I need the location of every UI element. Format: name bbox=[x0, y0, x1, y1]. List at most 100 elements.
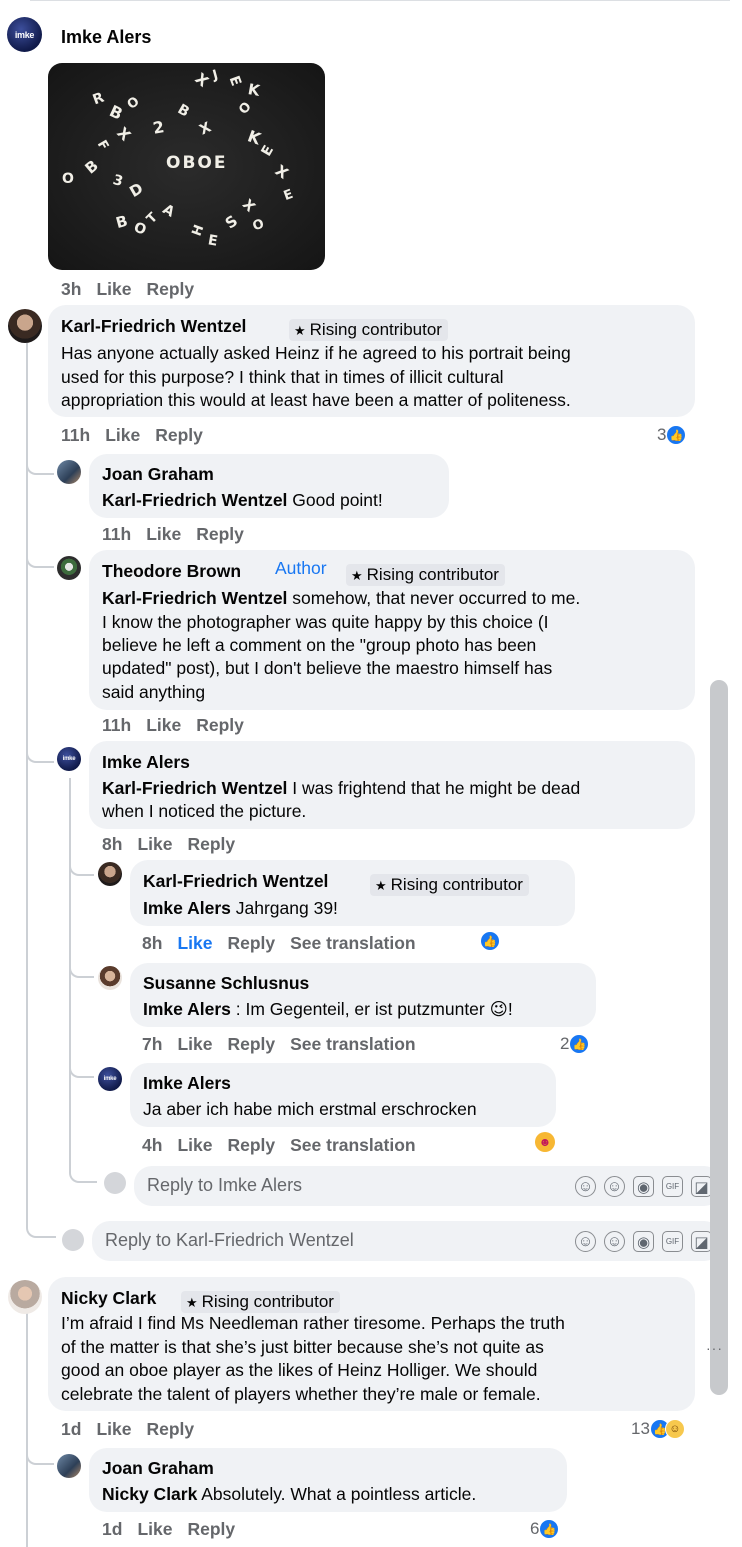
commenter-name[interactable]: Joan Graham bbox=[102, 1457, 214, 1480]
emoji-icon[interactable]: ☺ bbox=[604, 1231, 625, 1252]
mention[interactable]: Karl-Friedrich Wentzel bbox=[102, 778, 287, 798]
comment-bubble: Nicky Clark ★ Rising contributor I’m afra… bbox=[48, 1277, 695, 1411]
photo-letter: S bbox=[221, 211, 241, 233]
comment-time[interactable]: 7h bbox=[142, 1034, 162, 1054]
reply-button[interactable]: Reply bbox=[146, 279, 194, 299]
like-button[interactable]: Like bbox=[96, 1419, 131, 1439]
comment-time[interactable]: 1d bbox=[102, 1519, 122, 1539]
commenter-name[interactable]: Karl-Friedrich Wentzel bbox=[143, 870, 328, 893]
comment-text-line: appropriation this would at least have b… bbox=[61, 390, 571, 410]
post-author-name[interactable]: Imke Alers bbox=[61, 27, 151, 48]
like-button[interactable]: Like bbox=[146, 715, 181, 735]
post-time[interactable]: 3h bbox=[61, 279, 81, 299]
like-button[interactable]: Like bbox=[177, 1034, 212, 1054]
reply-button[interactable]: Reply bbox=[227, 1135, 275, 1155]
like-button[interactable]: Like bbox=[146, 524, 181, 544]
commenter-name[interactable]: Imke Alers bbox=[143, 1072, 231, 1095]
reaction-count[interactable]: 6 👍 bbox=[530, 1519, 560, 1539]
sticker-icon[interactable]: ◪ bbox=[691, 1176, 712, 1197]
comment-time[interactable]: 4h bbox=[142, 1135, 162, 1155]
avatar[interactable] bbox=[98, 862, 122, 886]
avatar[interactable]: imke bbox=[7, 17, 42, 52]
reply-button[interactable]: Reply bbox=[227, 933, 275, 953]
commenter-name[interactable]: Theodore Brown bbox=[102, 560, 241, 583]
commenter-name[interactable]: Nicky Clark bbox=[61, 1287, 156, 1310]
camera-icon[interactable]: ◉ bbox=[633, 1176, 654, 1197]
like-button[interactable]: Like bbox=[137, 834, 172, 854]
reply-button[interactable]: Reply bbox=[227, 1034, 275, 1054]
commenter-name[interactable]: Karl-Friedrich Wentzel bbox=[61, 315, 246, 338]
reaction-count[interactable]: 2 👍 bbox=[560, 1034, 590, 1054]
avatar-sticker-icon[interactable]: ☺ bbox=[575, 1231, 596, 1252]
reaction-count[interactable]: 3 👍 bbox=[657, 425, 687, 445]
mention[interactable]: Imke Alers bbox=[143, 898, 231, 918]
comment-bubble: Joan Graham Nicky Clark Absolutely. What… bbox=[89, 1448, 567, 1512]
avatar[interactable] bbox=[98, 966, 122, 990]
comment-bubble: Susanne Schlusnus Imke Alers : Im Gegent… bbox=[130, 963, 596, 1027]
photo-letter: O bbox=[124, 94, 143, 113]
comment-time[interactable]: 1d bbox=[61, 1419, 81, 1439]
vertical-scrollbar[interactable] bbox=[710, 680, 728, 1395]
avatar[interactable]: imke bbox=[57, 747, 81, 771]
commenter-name[interactable]: Joan Graham bbox=[102, 463, 214, 486]
like-button[interactable]: Like bbox=[96, 279, 131, 299]
avatar-sticker-icon[interactable]: ☺ bbox=[575, 1176, 596, 1197]
mention[interactable]: Karl-Friedrich Wentzel bbox=[102, 588, 287, 608]
see-translation-link[interactable]: See translation bbox=[290, 1034, 415, 1054]
reply-button[interactable]: Reply bbox=[146, 1419, 194, 1439]
reply-button[interactable]: Reply bbox=[187, 1519, 235, 1539]
comment-time[interactable]: 11h bbox=[61, 425, 90, 445]
like-button-active[interactable]: Like bbox=[177, 933, 212, 953]
user-avatar[interactable] bbox=[62, 1229, 84, 1251]
reply-button[interactable]: Reply bbox=[187, 834, 235, 854]
see-translation-link[interactable]: See translation bbox=[290, 933, 415, 953]
see-translation-link[interactable]: See translation bbox=[290, 1135, 415, 1155]
photo-letter: F bbox=[93, 137, 112, 154]
more-options-icon[interactable]: ··· bbox=[706, 1340, 723, 1356]
comment-time[interactable]: 8h bbox=[142, 933, 162, 953]
comment-bubble: Karl-Friedrich Wentzel ★ Rising contribut… bbox=[48, 305, 695, 417]
avatar[interactable]: imke bbox=[98, 1067, 122, 1091]
reply-input[interactable]: Reply to Karl-Friedrich Wentzel ☺ ☺ ◉ GI… bbox=[92, 1221, 722, 1261]
gif-icon[interactable]: GIF bbox=[662, 1176, 683, 1197]
commenter-name[interactable]: Susanne Schlusnus bbox=[143, 972, 309, 995]
emoji-icon[interactable]: ☺ bbox=[604, 1176, 625, 1197]
comment-text-line: believe he left a comment on the "group … bbox=[102, 635, 537, 655]
avatar[interactable] bbox=[8, 309, 42, 343]
thread-connector bbox=[26, 550, 54, 568]
photo-letter: E bbox=[258, 142, 278, 160]
like-button[interactable]: Like bbox=[137, 1519, 172, 1539]
photo-letter: B bbox=[174, 101, 192, 121]
reply-button[interactable]: Reply bbox=[155, 425, 203, 445]
avatar[interactable] bbox=[8, 1280, 42, 1314]
post-photo[interactable]: OBOE R B O X J E K O B 2 X X K E X E O B… bbox=[48, 63, 325, 270]
photo-word: OBOE bbox=[166, 153, 228, 173]
mention[interactable]: Karl-Friedrich Wentzel bbox=[102, 490, 287, 510]
photo-letter: A bbox=[159, 201, 178, 221]
like-button[interactable]: Like bbox=[177, 1135, 212, 1155]
gif-icon[interactable]: GIF bbox=[662, 1231, 683, 1252]
reaction-count[interactable]: ☻ bbox=[535, 1132, 555, 1152]
reaction-count[interactable]: 13 👍 ☺ bbox=[631, 1419, 685, 1439]
mention[interactable]: Imke Alers bbox=[143, 999, 231, 1019]
reply-button[interactable]: Reply bbox=[196, 524, 244, 544]
avatar[interactable] bbox=[57, 460, 81, 484]
reply-input[interactable]: Reply to Imke Alers ☺ ☺ ◉ GIF ◪ bbox=[134, 1166, 722, 1206]
camera-icon[interactable]: ◉ bbox=[633, 1231, 654, 1252]
comment-text-line: Karl-Friedrich Wentzel Good point! bbox=[102, 490, 383, 510]
like-button[interactable]: Like bbox=[105, 425, 140, 445]
rising-contributor-badge: ★ Rising contributor bbox=[181, 1291, 340, 1313]
avatar[interactable] bbox=[57, 556, 81, 580]
comment-time[interactable]: 11h bbox=[102, 715, 131, 735]
reaction-count[interactable]: 👍 bbox=[480, 931, 500, 951]
mention[interactable]: Nicky Clark bbox=[102, 1484, 197, 1504]
commenter-name[interactable]: Imke Alers bbox=[102, 751, 190, 774]
comment-time[interactable]: 11h bbox=[102, 524, 131, 544]
sticker-icon[interactable]: ◪ bbox=[691, 1231, 712, 1252]
photo-letter: E bbox=[225, 73, 244, 89]
user-avatar[interactable] bbox=[104, 1172, 126, 1194]
thread-connector bbox=[69, 860, 94, 876]
avatar[interactable] bbox=[57, 1454, 81, 1478]
reply-button[interactable]: Reply bbox=[196, 715, 244, 735]
comment-time[interactable]: 8h bbox=[102, 834, 122, 854]
